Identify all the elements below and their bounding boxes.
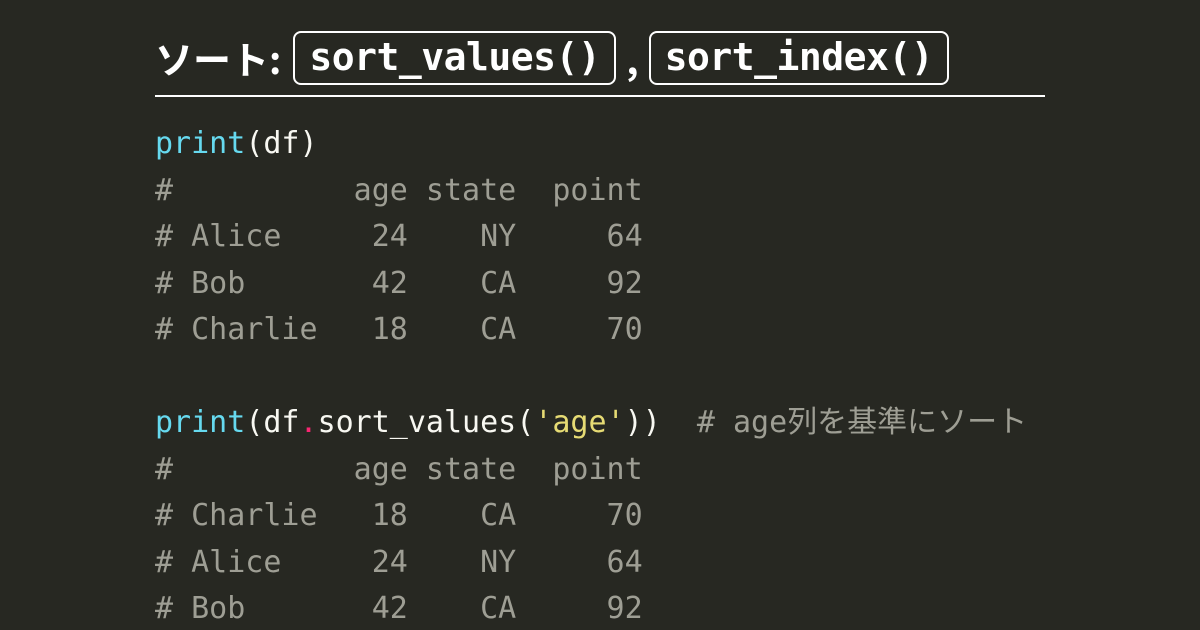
token-paren: (	[245, 126, 263, 161]
output-line: # Bob 42 CA 92	[155, 266, 643, 301]
token-paren: )	[643, 405, 661, 440]
token-func: print	[155, 405, 245, 440]
token-paren: (	[245, 405, 263, 440]
title-heading: ソート: sort_values() , sort_index()	[155, 30, 1045, 97]
token-paren: )	[300, 126, 318, 161]
output-line: # age state point	[155, 173, 643, 208]
token-paren: )	[625, 405, 643, 440]
token-comment: # age列を基準にソート	[697, 405, 1027, 440]
output-line: # age state point	[155, 452, 643, 487]
title-separator: ,	[626, 30, 638, 85]
token-func: print	[155, 126, 245, 161]
token-ident: df	[263, 405, 299, 440]
token-string: age	[552, 405, 606, 440]
code-block: print(df) # age state point # Alice 24 N…	[155, 121, 1045, 630]
code-pill-sort-index: sort_index()	[649, 31, 950, 85]
output-line: # Charlie 18 CA 70	[155, 498, 643, 533]
token-paren: (	[516, 405, 534, 440]
token-dot: .	[300, 405, 318, 440]
title-prefix: ソート:	[155, 30, 281, 85]
output-line: # Bob 42 CA 92	[155, 591, 643, 626]
token-ident: df	[263, 126, 299, 161]
output-line: # Alice 24 NY 64	[155, 219, 643, 254]
slide-container: ソート: sort_values() , sort_index() print(…	[0, 0, 1200, 630]
output-line: # Charlie 18 CA 70	[155, 312, 643, 347]
token-method: sort_values	[318, 405, 517, 440]
token-string-quote: '	[534, 405, 552, 440]
token-pad	[661, 405, 697, 440]
code-pill-sort-values: sort_values()	[293, 31, 616, 85]
token-string-quote: '	[607, 405, 625, 440]
output-line: # Alice 24 NY 64	[155, 545, 643, 580]
